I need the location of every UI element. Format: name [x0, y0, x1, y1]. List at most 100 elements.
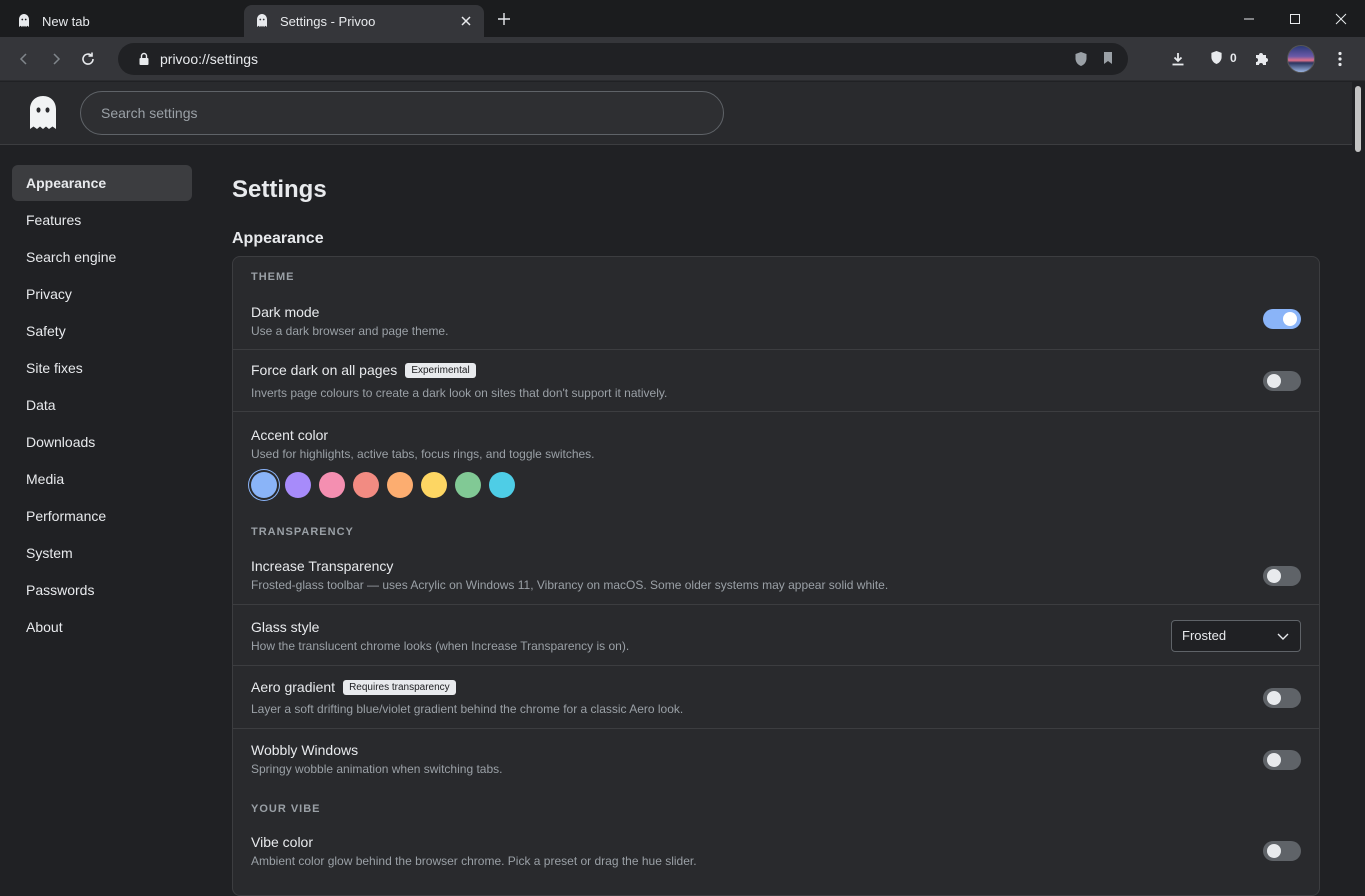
tab-new-tab[interactable]: New tab — [6, 5, 242, 37]
tab-label: New tab — [42, 13, 90, 29]
ghost-icon — [257, 14, 267, 27]
settings-sidebar: Appearance Features Search engine Privac… — [12, 165, 192, 646]
accent-swatch-orange[interactable] — [387, 472, 413, 498]
arrow-right-icon — [53, 53, 61, 65]
sidebar-item-passwords[interactable]: Passwords — [12, 572, 192, 608]
tab-strip: New tab Settings - Privoo — [0, 0, 1365, 37]
setting-desc: How the translucent chrome looks (when I… — [251, 639, 630, 653]
setting-aero-gradient: Aero gradient Requires transparency Laye… — [233, 666, 1319, 729]
lock-icon[interactable] — [138, 52, 150, 66]
accent-swatch-cyan[interactable] — [489, 472, 515, 498]
bookmark-icon[interactable] — [1102, 51, 1114, 65]
glass-style-select[interactable]: Frosted — [1171, 620, 1301, 652]
close-window-icon — [1335, 13, 1347, 24]
page-title: Settings — [232, 176, 327, 203]
sidebar-item-system[interactable]: System — [12, 535, 192, 571]
requires-transparency-badge: Requires transparency — [343, 679, 456, 695]
wobbly-windows-toggle[interactable] — [1263, 750, 1301, 770]
extensions-button[interactable] — [1251, 48, 1273, 70]
chevron-down-icon — [1277, 633, 1289, 640]
sidebar-item-search-engine[interactable]: Search engine — [12, 239, 192, 275]
accent-swatch-blue[interactable] — [251, 472, 277, 498]
setting-title: Increase Transparency — [251, 558, 394, 574]
search-placeholder: Search settings — [101, 105, 198, 121]
downloads-button[interactable] — [1167, 48, 1189, 70]
scrollbar-thumb[interactable] — [1355, 86, 1361, 152]
sidebar-item-privacy[interactable]: Privacy — [12, 276, 192, 312]
sidebar-item-safety[interactable]: Safety — [12, 313, 192, 349]
minimize-button[interactable] — [1226, 0, 1272, 37]
setting-title: Dark mode — [251, 304, 320, 320]
setting-title: Aero gradient Requires transparency — [251, 679, 456, 695]
group-heading-theme: THEME — [251, 271, 295, 283]
setting-desc: Ambient color glow behind the browser ch… — [251, 854, 697, 868]
accent-swatches — [251, 472, 523, 498]
maximize-button[interactable] — [1272, 0, 1318, 37]
increase-transparency-toggle[interactable] — [1263, 566, 1301, 586]
download-icon — [1172, 53, 1184, 66]
glass-style-value: Frosted — [1182, 628, 1227, 643]
browser-toolbar: privoo://settings 0 — [0, 37, 1365, 81]
sidebar-item-about[interactable]: About — [12, 609, 192, 645]
force-dark-toggle[interactable] — [1263, 371, 1301, 391]
sidebar-item-performance[interactable]: Performance — [12, 498, 192, 534]
settings-main: Settings Appearance THEME Dark mode Use … — [232, 165, 1320, 896]
ghost-icon — [19, 14, 29, 27]
scrollbar[interactable] — [1352, 82, 1365, 882]
sidebar-item-appearance[interactable]: Appearance — [12, 165, 192, 201]
setting-force-dark: Force dark on all pages Experimental Inv… — [233, 350, 1319, 412]
setting-increase-transparency: Increase Transparency Frosted-glass tool… — [233, 549, 1319, 605]
sidebar-item-data[interactable]: Data — [12, 387, 192, 423]
sidebar-item-site-fixes[interactable]: Site fixes — [12, 350, 192, 386]
setting-desc: Inverts page colours to create a dark lo… — [251, 386, 668, 400]
minimize-icon — [1244, 18, 1254, 19]
sidebar-item-media[interactable]: Media — [12, 461, 192, 497]
settings-search-input[interactable]: Search settings — [80, 91, 724, 135]
group-heading-your-vibe: YOUR VIBE — [251, 803, 321, 815]
arrow-left-icon — [19, 53, 27, 65]
group-heading-transparency: TRANSPARENCY — [251, 526, 354, 538]
tab-settings[interactable]: Settings - Privoo — [244, 5, 484, 37]
shield-count-label: 0 — [1230, 50, 1237, 65]
dark-mode-toggle[interactable] — [1263, 309, 1301, 329]
sidebar-item-downloads[interactable]: Downloads — [12, 424, 192, 460]
accent-swatch-green[interactable] — [455, 472, 481, 498]
experimental-badge: Experimental — [405, 362, 476, 378]
close-window-button[interactable] — [1318, 0, 1364, 37]
accent-swatch-red[interactable] — [353, 472, 379, 498]
setting-title: Accent color — [251, 427, 329, 443]
menu-button[interactable] — [1329, 48, 1351, 70]
setting-title-text: Force dark on all pages — [251, 362, 398, 378]
reload-button[interactable] — [76, 47, 100, 71]
accent-swatch-yellow[interactable] — [421, 472, 447, 498]
accent-swatch-pink[interactable] — [319, 472, 345, 498]
settings-header: Search settings — [0, 82, 1352, 145]
setting-desc: Layer a soft drifting blue/violet gradie… — [251, 702, 684, 716]
url-text[interactable]: privoo://settings — [160, 51, 258, 67]
vibe-color-toggle[interactable] — [1263, 841, 1301, 861]
tab-label: Settings - Privoo — [280, 13, 376, 29]
setting-desc: Used for highlights, active tabs, focus … — [251, 447, 595, 461]
close-tab-icon[interactable] — [458, 13, 474, 29]
shield-icon[interactable] — [1074, 51, 1088, 67]
setting-title: Wobbly Windows — [251, 742, 359, 758]
back-button[interactable] — [12, 47, 36, 71]
forward-button[interactable] — [44, 47, 68, 71]
setting-vibe-color: Vibe color Ambient color glow behind the… — [233, 825, 1319, 885]
new-tab-plus-icon[interactable] — [494, 9, 514, 29]
more-vertical-icon — [1338, 51, 1342, 67]
reload-icon — [82, 52, 94, 65]
setting-title: Glass style — [251, 619, 320, 635]
ghost-logo-icon — [30, 96, 56, 129]
profile-avatar[interactable] — [1287, 45, 1315, 73]
setting-dark-mode: Dark mode Use a dark browser and page th… — [233, 295, 1319, 350]
appearance-card: THEME Dark mode Use a dark browser and p… — [232, 256, 1320, 896]
address-bar[interactable]: privoo://settings — [118, 43, 1128, 75]
setting-title-text: Aero gradient — [251, 679, 336, 695]
accent-swatch-violet[interactable] — [285, 472, 311, 498]
setting-wobbly-windows: Wobbly Windows Springy wobble animation … — [233, 729, 1319, 791]
sidebar-item-features[interactable]: Features — [12, 202, 192, 238]
aero-gradient-toggle[interactable] — [1263, 688, 1301, 708]
maximize-icon — [1290, 13, 1300, 24]
shield-counter-button[interactable]: 0 — [1210, 50, 1237, 65]
